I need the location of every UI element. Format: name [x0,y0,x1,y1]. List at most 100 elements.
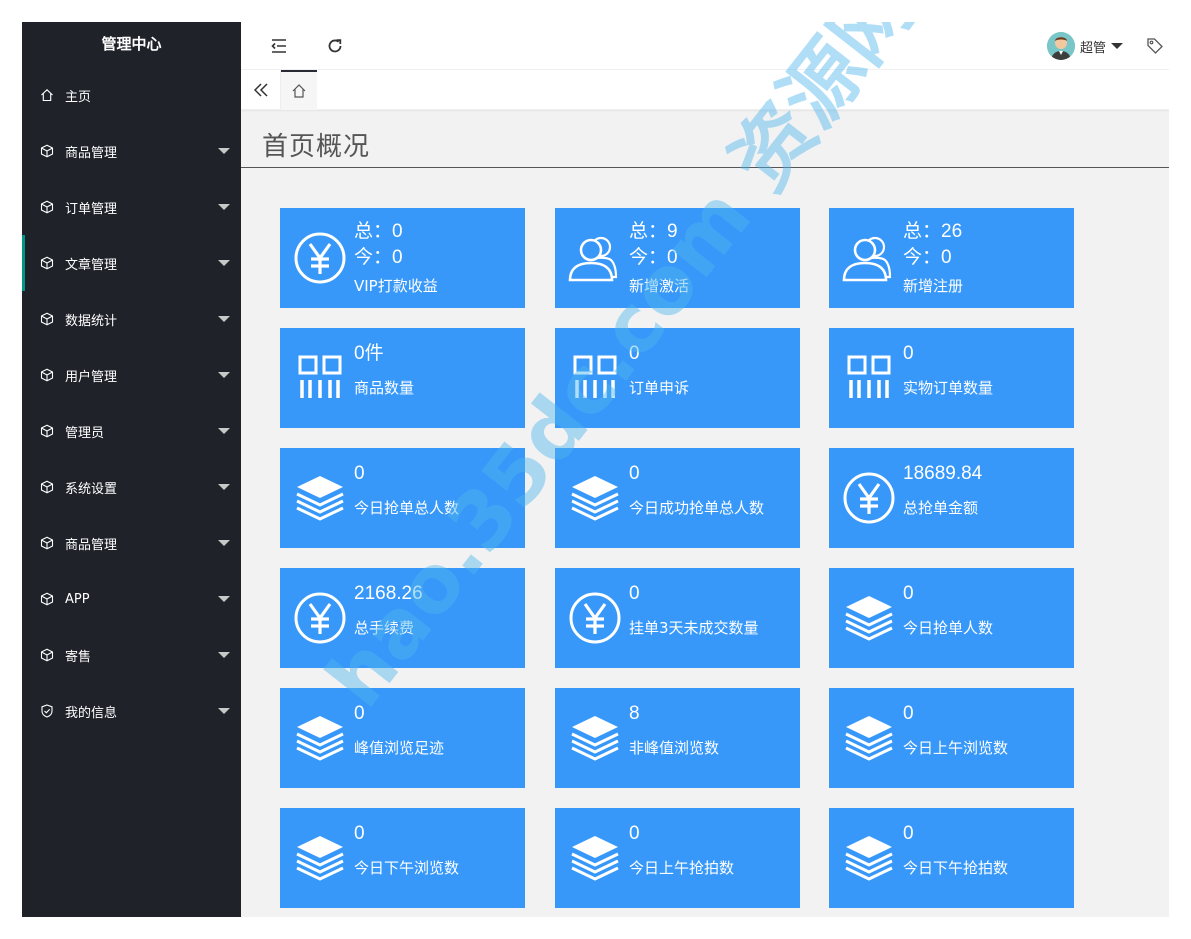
stat-value: 0 [629,463,640,484]
stat-value: 18689.84 [903,463,983,484]
stat-value: 总：0 [354,221,403,242]
stat-label: 商品数量 [354,379,415,397]
stat-card[interactable]: 0 今日上午浏览数 [829,688,1074,788]
brand-title: 管理中心 [101,35,162,53]
stat-value: 0 [903,583,914,604]
home-icon [292,84,306,98]
stat-label: 今日下午抢拍数 [903,859,1009,877]
stat-label: 今日抢单人数 [903,619,994,637]
sidebar-item-4[interactable]: 数据统计 [22,291,241,347]
barcode-icon [841,350,897,406]
stat-label: 今日抢单总人数 [354,499,460,517]
chevron-down-icon [218,204,230,210]
stat-label: 新增激活 [629,277,690,295]
cube-icon [40,368,54,382]
sidebar-item-8[interactable]: 商品管理 [22,515,241,571]
avatar [1047,32,1075,60]
barcode-icon [567,350,623,406]
stat-value: 0 [629,583,640,604]
stat-card[interactable]: 0 订单申诉 [555,328,800,428]
tab-home[interactable] [281,70,317,110]
sidebar-item-3[interactable]: 文章管理 [22,235,241,291]
stat-card[interactable]: 18689.84 总抢单金额 [829,448,1074,548]
stat-label: VIP打款收益 [354,277,438,295]
stat-label: 今日成功抢单总人数 [629,499,765,517]
admin-app: 管理中心 主页 商品管理 订单管理 文章管理 数据统计 用户管理 管理员 系统设置 商品管理 AP… [22,22,1169,917]
layers-icon [292,470,348,526]
stat-label: 新增注册 [903,277,964,295]
stat-card[interactable]: 0 挂单3天未成交数量 [555,568,800,668]
cube-icon [40,592,54,606]
stat-card[interactable]: 0 今日抢单人数 [829,568,1074,668]
tag-icon[interactable] [1145,36,1165,56]
cube-icon [40,256,54,270]
sidebar-item-label: 商品管理 [65,145,118,161]
stat-label: 挂单3天未成交数量 [629,619,759,637]
sidebar-item-label: 用户管理 [65,369,118,385]
cube-icon [40,648,54,662]
stat-card[interactable]: 总：0 今：0 VIP打款收益 [280,208,525,308]
stat-card[interactable]: 0 峰值浏览足迹 [280,688,525,788]
stat-label: 今日上午浏览数 [903,739,1009,757]
stat-card[interactable]: 0 今日下午浏览数 [280,808,525,908]
chevron-down-icon [218,540,230,546]
users-icon [567,230,623,286]
menu-fold-icon[interactable] [269,36,289,56]
layers-icon [841,830,897,886]
sidebar-item-label: 订单管理 [65,201,118,217]
chevron-down-icon [1111,43,1124,49]
cube-icon [40,536,54,550]
stat-value: 0 [354,463,365,484]
sidebar-item-label: 系统设置 [65,481,118,497]
chevron-down-icon [218,428,230,434]
sidebar-item-11[interactable]: 我的信息 [22,683,241,739]
refresh-icon[interactable] [325,36,345,56]
stat-card[interactable]: 0件商品数量 [280,328,525,428]
sidebar-item-label: 商品管理 [65,537,118,553]
sidebar-item-0[interactable]: 主页 [22,67,241,123]
double-chevron-left-icon[interactable] [241,70,281,110]
stat-value: 0 [354,703,365,724]
sidebar-item-label: 文章管理 [65,257,118,273]
user-menu[interactable]: 超管 [1047,32,1124,60]
stat-card[interactable]: 0 实物订单数量 [829,328,1074,428]
chevron-down-icon [218,372,230,378]
yen-icon [567,590,623,646]
stat-value: 0 [629,343,640,364]
stat-card[interactable]: 0 今日下午抢拍数 [829,808,1074,908]
sidebar-item-5[interactable]: 用户管理 [22,347,241,403]
user-name: 超管 [1080,40,1107,56]
stat-card[interactable]: 0 今日成功抢单总人数 [555,448,800,548]
stat-card[interactable]: 0 今日抢单总人数 [280,448,525,548]
yen-icon [841,470,897,526]
stat-card[interactable]: 0 今日上午抢拍数 [555,808,800,908]
top-header: 超管 [241,22,1169,70]
layers-icon [292,830,348,886]
stat-card[interactable]: 8 非峰值浏览数 [555,688,800,788]
stat-label: 总抢单金额 [903,499,979,517]
yen-icon [292,230,348,286]
sidebar: 管理中心 主页 商品管理 订单管理 文章管理 数据统计 用户管理 管理员 系统设置 商品管理 AP… [22,22,241,917]
sidebar-item-label: APP [65,591,90,607]
yen-icon [292,590,348,646]
sidebar-item-10[interactable]: 寄售 [22,627,241,683]
layers-icon [567,710,623,766]
sidebar-item-2[interactable]: 订单管理 [22,179,241,235]
stat-value: 0件 [354,343,384,364]
sidebar-menu: 主页 商品管理 订单管理 文章管理 数据统计 用户管理 管理员 系统设置 商品管理 APP 寄售 我的… [22,67,241,739]
sidebar-item-9[interactable]: APP [22,571,241,627]
chevron-down-icon [218,316,230,322]
stat-card[interactable]: 总：9 今：0 新增激活 [555,208,800,308]
cube-icon [40,480,54,494]
sidebar-item-6[interactable]: 管理员 [22,403,241,459]
stat-label: 今日下午浏览数 [354,859,460,877]
stat-card[interactable]: 总：26 今：0 新增注册 [829,208,1074,308]
stat-value: 总：26 [903,221,963,242]
sidebar-item-1[interactable]: 商品管理 [22,123,241,179]
stat-value: 0 [903,703,914,724]
sidebar-item-label: 数据统计 [65,313,118,329]
chevron-down-icon [218,652,230,658]
stat-card[interactable]: 2168.26 总手续费 [280,568,525,668]
stat-value: 今：0 [903,247,952,268]
sidebar-item-7[interactable]: 系统设置 [22,459,241,515]
